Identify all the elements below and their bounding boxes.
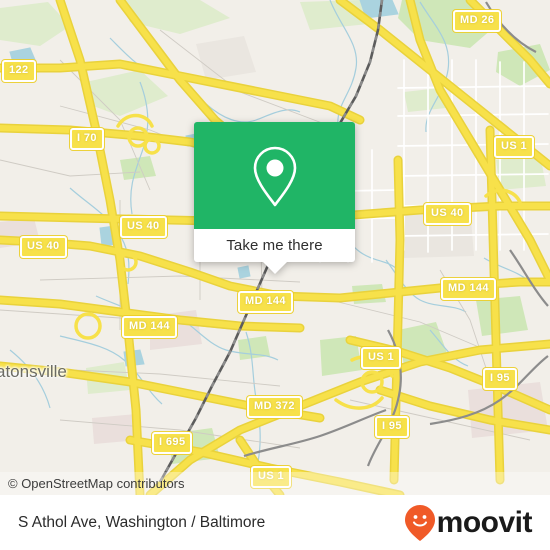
take-me-there-callout[interactable]: Take me there	[194, 122, 355, 274]
road-shield-us40-west[interactable]: US 40	[20, 236, 67, 258]
callout-action-bar[interactable]: Take me there	[194, 229, 355, 262]
moovit-pin-smiley-icon	[404, 504, 435, 541]
road-shield-md144-east[interactable]: MD 144	[441, 278, 496, 300]
road-shield-md144-center[interactable]: MD 144	[238, 291, 293, 313]
place-label-catonsville: atonsville	[0, 362, 67, 381]
map-canvas[interactable]: .land { fill:#f2efe9; } .built { fill:#e…	[0, 0, 550, 495]
road-shield-md372[interactable]: MD 372	[247, 396, 302, 418]
map-pin-icon	[253, 146, 296, 206]
moovit-map-screen: .land { fill:#f2efe9; } .built { fill:#e…	[0, 0, 550, 550]
road-shield-md144-west[interactable]: MD 144	[122, 316, 177, 338]
callout-tail	[262, 262, 287, 274]
road-shield-us40-east[interactable]: US 40	[424, 203, 471, 225]
moovit-wordmark: moovit	[436, 505, 533, 539]
footer-bar: S Athol Ave, Washington / Baltimore moov…	[0, 495, 550, 550]
callout-icon-panel	[194, 122, 355, 229]
road-shield-us1-north[interactable]: US 1	[494, 136, 535, 158]
road-shield-us40-center[interactable]: US 40	[120, 216, 167, 238]
road-shield-i95-center[interactable]: I 95	[375, 416, 409, 438]
take-me-there-label: Take me there	[226, 237, 323, 254]
road-shield-i70[interactable]: I 70	[70, 128, 104, 150]
road-shield-md26[interactable]: MD 26	[453, 10, 502, 32]
moovit-logo[interactable]: moovit	[404, 504, 533, 542]
location-title: S Athol Ave, Washington / Baltimore	[18, 513, 266, 531]
road-shield-us1-east[interactable]: US 1	[361, 347, 402, 369]
road-shield-122[interactable]: 122	[2, 60, 36, 82]
road-shield-i95-east[interactable]: I 95	[483, 368, 517, 390]
map-attribution[interactable]: © OpenStreetMap contributors	[0, 472, 550, 495]
road-shield-i695[interactable]: I 695	[152, 432, 193, 454]
